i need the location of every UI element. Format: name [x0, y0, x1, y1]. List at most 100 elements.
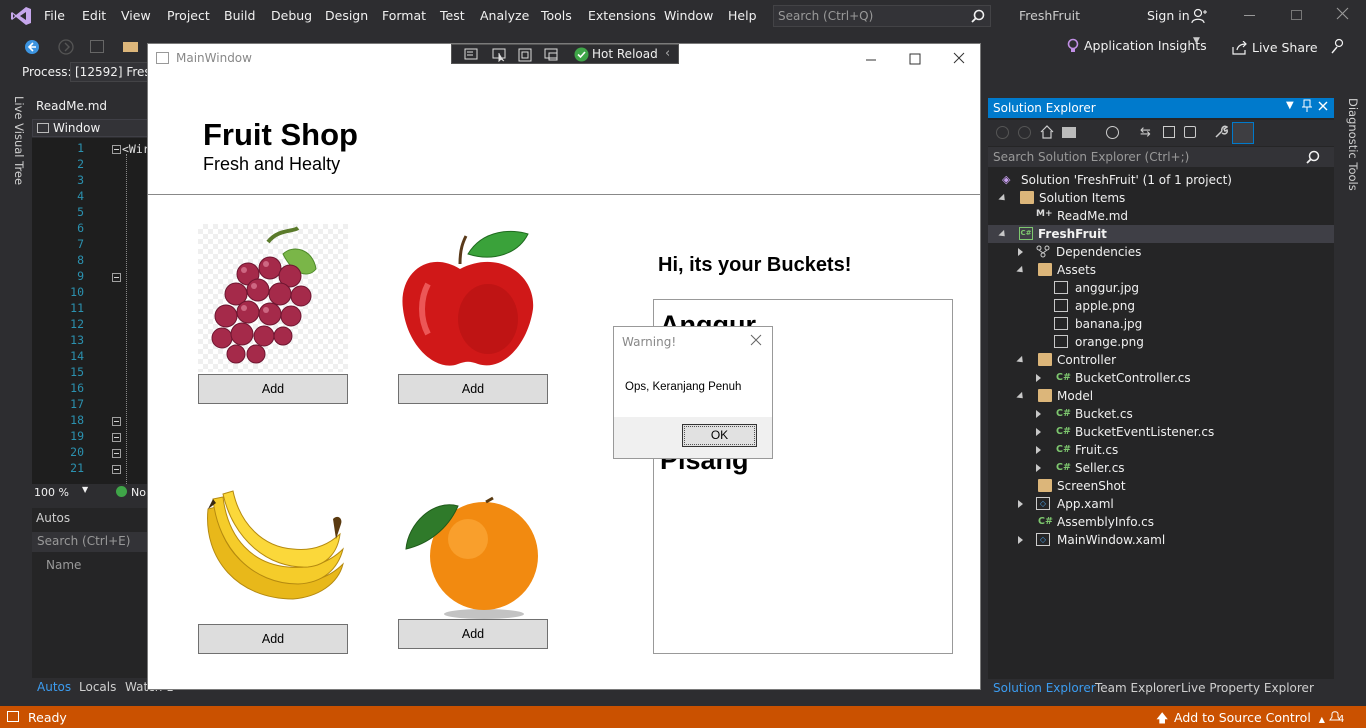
properties-icon[interactable] — [1214, 125, 1228, 139]
collapsed-arrow-icon[interactable] — [1018, 500, 1023, 508]
menu-help[interactable]: Help — [728, 8, 757, 23]
live-visual-tree-side-tab[interactable]: Live Visual Tree — [6, 96, 26, 186]
expanded-arrow-icon[interactable] — [998, 229, 1008, 240]
open-folder-icon[interactable] — [123, 42, 138, 52]
home-icon[interactable] — [1040, 125, 1054, 139]
fold-toggle-icon[interactable] — [112, 273, 121, 282]
tree-item-fruit[interactable]: C# Fruit.cs — [1032, 441, 1334, 459]
solution-explorer-search-input[interactable]: Search Solution Explorer (Ctrl+;) — [988, 147, 1334, 167]
add-to-source-control-button[interactable]: Add to Source Control ▲ — [1174, 710, 1325, 725]
navigate-back-icon[interactable] — [24, 39, 40, 55]
tree-item-main-window-xaml[interactable]: ◇ MainWindow.xaml — [1014, 531, 1334, 549]
tree-item-model-folder[interactable]: Model — [1014, 387, 1334, 405]
collapsed-arrow-icon[interactable] — [1036, 428, 1041, 436]
tab-solution-explorer[interactable]: Solution Explorer — [993, 681, 1096, 695]
app-maximize-icon[interactable] — [905, 50, 925, 68]
tree-item-anggur[interactable]: anggur.jpg — [1052, 279, 1334, 297]
menu-analyze[interactable]: Analyze — [480, 8, 529, 23]
menu-file[interactable]: File — [44, 8, 65, 23]
forward-icon[interactable] — [1018, 126, 1031, 139]
tree-item-assets-folder[interactable]: Assets — [1014, 261, 1334, 279]
tab-autos[interactable]: Autos — [37, 680, 71, 694]
app-close-icon[interactable] — [949, 50, 969, 68]
restore-icon[interactable] — [1291, 10, 1302, 20]
diagnostic-tools-side-tab[interactable]: Diagnostic Tools — [1340, 98, 1360, 208]
back-icon[interactable] — [996, 126, 1009, 139]
tree-item-apple[interactable]: apple.png — [1052, 297, 1334, 315]
menu-view[interactable]: View — [121, 8, 151, 23]
fold-toggle-icon[interactable] — [112, 465, 121, 474]
ide-search-input[interactable]: Search (Ctrl+Q) — [773, 5, 991, 27]
expanded-arrow-icon[interactable] — [998, 193, 1008, 204]
minimize-icon[interactable] — [1244, 15, 1255, 16]
collapsed-arrow-icon[interactable] — [1018, 536, 1023, 544]
tree-item-dependencies[interactable]: Dependencies — [1014, 243, 1334, 261]
add-grapes-button[interactable]: Add — [198, 374, 348, 404]
panel-close-icon[interactable] — [1318, 101, 1328, 111]
menu-format[interactable]: Format — [382, 8, 426, 23]
add-orange-button[interactable]: Add — [398, 619, 548, 649]
fold-toggle-icon[interactable] — [112, 449, 121, 458]
track-focused-element-icon[interactable] — [544, 48, 560, 62]
collapsed-arrow-icon[interactable] — [1036, 374, 1041, 382]
zoom-level[interactable]: 100 % — [34, 486, 69, 499]
menu-window[interactable]: Window — [664, 8, 713, 23]
menu-project[interactable]: Project — [167, 8, 210, 23]
show-all-files-icon[interactable] — [1184, 126, 1196, 138]
collapsed-arrow-icon[interactable] — [1036, 464, 1041, 472]
add-apple-button[interactable]: Add — [398, 374, 548, 404]
add-banana-button[interactable]: Add — [198, 624, 348, 654]
tree-item-screenshot-folder[interactable]: ScreenShot — [1014, 477, 1334, 495]
select-element-icon[interactable] — [492, 48, 508, 62]
app-minimize-icon[interactable] — [861, 50, 881, 68]
tree-item-solution[interactable]: ◈ Solution 'FreshFruit' (1 of 1 project) — [1000, 171, 1334, 189]
tab-locals[interactable]: Locals — [79, 680, 116, 694]
menu-tools[interactable]: Tools — [541, 8, 572, 23]
menu-edit[interactable]: Edit — [82, 8, 106, 23]
display-layout-adorners-icon[interactable] — [518, 48, 532, 62]
feedback-icon[interactable] — [1330, 38, 1346, 54]
tree-item-orange[interactable]: orange.png — [1052, 333, 1334, 351]
tab-readme[interactable]: ReadMe.md — [36, 99, 107, 113]
fold-toggle-icon[interactable] — [112, 433, 121, 442]
menu-extensions[interactable]: Extensions — [588, 8, 656, 23]
collapse-all-icon[interactable] — [1163, 126, 1175, 138]
dialog-ok-button[interactable]: OK — [682, 424, 757, 447]
collapsed-arrow-icon[interactable] — [1036, 446, 1041, 454]
tree-item-controller-folder[interactable]: Controller — [1014, 351, 1334, 369]
autos-name-column-header[interactable]: Name — [46, 558, 81, 572]
menu-debug[interactable]: Debug — [271, 8, 312, 23]
hot-reload-label[interactable]: Hot Reload — [592, 47, 658, 61]
expanded-arrow-icon[interactable] — [1016, 391, 1026, 402]
live-visual-tree-icon[interactable] — [464, 48, 480, 62]
tree-item-project[interactable]: C# FreshFruit — [988, 225, 1334, 243]
tab-team-explorer[interactable]: Team Explorer — [1095, 681, 1181, 695]
tree-item-bucket[interactable]: C# Bucket.cs — [1032, 405, 1334, 423]
sync-icon[interactable]: ⇆ — [1140, 125, 1151, 140]
menu-build[interactable]: Build — [224, 8, 255, 23]
process-combobox[interactable]: [12592] FreshF — [70, 62, 150, 82]
tree-item-bucket-event-listener[interactable]: C# BucketEventListener.cs — [1032, 423, 1334, 441]
pending-changes-filter-icon[interactable] — [1106, 126, 1119, 139]
tree-item-readme[interactable]: M+ ReadMe.md — [1034, 207, 1334, 225]
dialog-close-icon[interactable] — [750, 334, 762, 346]
xaml-element-combobox[interactable]: Window — [32, 119, 148, 137]
close-icon[interactable] — [1336, 7, 1349, 20]
fold-toggle-icon[interactable] — [112, 145, 121, 154]
collapsed-arrow-icon[interactable] — [1036, 410, 1041, 418]
pin-icon[interactable] — [1302, 99, 1312, 113]
preview-selected-items-icon[interactable] — [1232, 122, 1254, 144]
menu-test[interactable]: Test — [440, 8, 465, 23]
sign-in-link[interactable]: Sign in — [1147, 8, 1190, 23]
tree-item-app-xaml[interactable]: ◇ App.xaml — [1014, 495, 1334, 513]
user-add-icon[interactable] — [1191, 8, 1207, 24]
tree-item-seller[interactable]: C# Seller.cs — [1032, 459, 1334, 477]
expanded-arrow-icon[interactable] — [1016, 265, 1026, 276]
collapse-toolbar-icon[interactable]: ‹ — [665, 46, 670, 61]
navigate-forward-icon[interactable] — [58, 39, 74, 55]
new-project-icon[interactable] — [90, 40, 104, 53]
tree-item-bucket-controller[interactable]: C# BucketController.cs — [1032, 369, 1334, 387]
window-position-icon[interactable]: ▼ — [1286, 100, 1294, 111]
tree-item-banana[interactable]: banana.jpg — [1052, 315, 1334, 333]
autos-search-input[interactable]: Search (Ctrl+E) — [32, 532, 148, 552]
